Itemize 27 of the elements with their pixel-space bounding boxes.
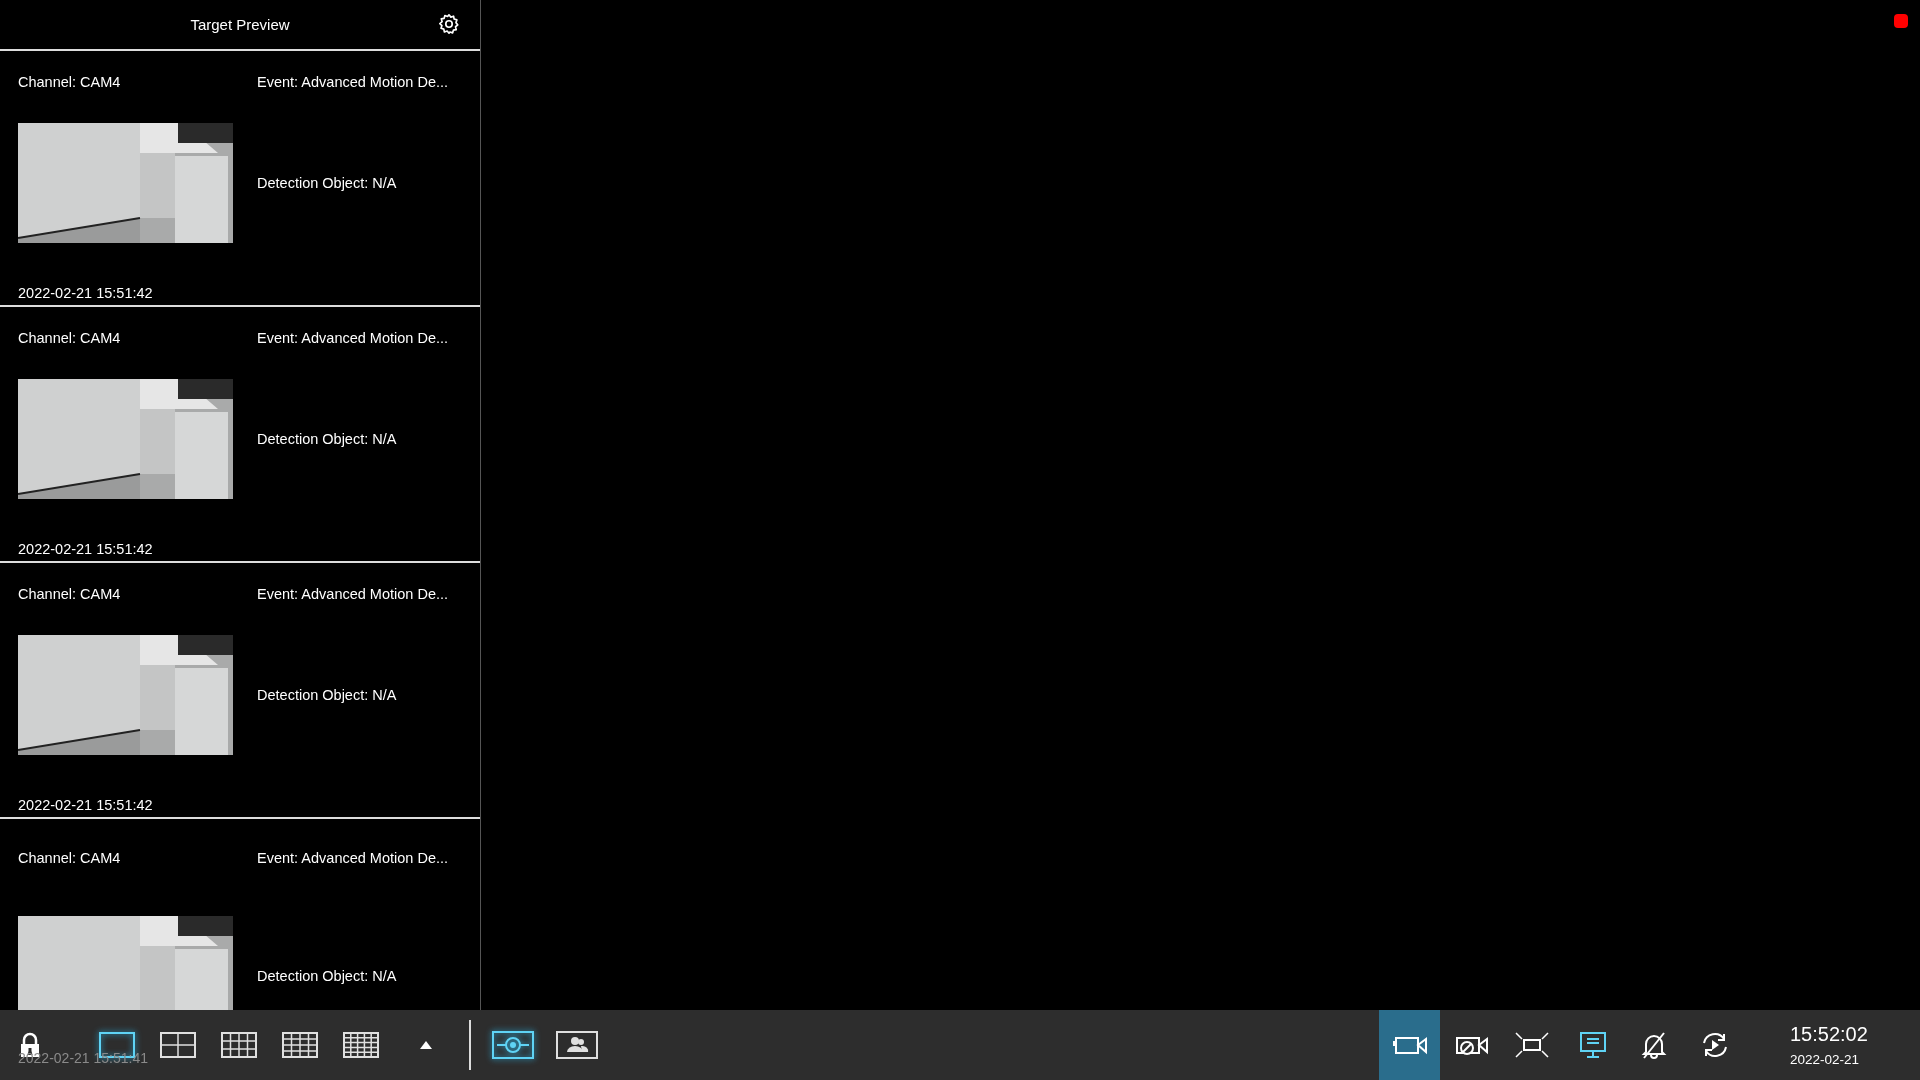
- layout-button[interactable]: [158, 1030, 198, 1060]
- camera-button[interactable]: [1379, 1010, 1440, 1080]
- event-time: 2022-02-21 15:51:42: [18, 285, 154, 302]
- event-time: 2022-02-21 15:51:42: [18, 541, 154, 558]
- event-label: Event: Advanced Motion De...: [257, 585, 450, 602]
- event-label: Event: Advanced Motion De...: [257, 73, 450, 90]
- detection-label: Detection Object: N/A: [257, 687, 398, 704]
- layout-button[interactable]: [341, 1030, 381, 1060]
- detection-label: Detection Object: N/A: [257, 968, 398, 985]
- channel-label: Channel: CAM4: [18, 850, 122, 867]
- event-label: Event: Advanced Motion De...: [257, 329, 450, 346]
- people-view-button[interactable]: [555, 1030, 599, 1060]
- layout-button[interactable]: [219, 1030, 259, 1060]
- detection-label: Detection Object: N/A: [257, 175, 398, 192]
- channel-label: Channel: CAM4: [18, 329, 122, 346]
- clock-date: 2022-02-21: [1790, 1052, 1860, 1067]
- panel-title: Target Preview: [190, 16, 290, 33]
- settings-icon[interactable]: [438, 13, 460, 35]
- target-view-button[interactable]: [491, 1030, 535, 1060]
- expand-up-icon[interactable]: [420, 1041, 432, 1049]
- layout-button[interactable]: [280, 1030, 320, 1060]
- channel-label: Channel: CAM4: [18, 585, 122, 602]
- clock-time: 15:52:02: [1790, 1023, 1868, 1046]
- event-label: Event: Advanced Motion De...: [257, 850, 450, 867]
- detection-label: Detection Object: N/A: [257, 431, 398, 448]
- channel-label: Channel: CAM4: [18, 73, 122, 90]
- event-time: 2022-02-21 15:51:42: [18, 797, 154, 814]
